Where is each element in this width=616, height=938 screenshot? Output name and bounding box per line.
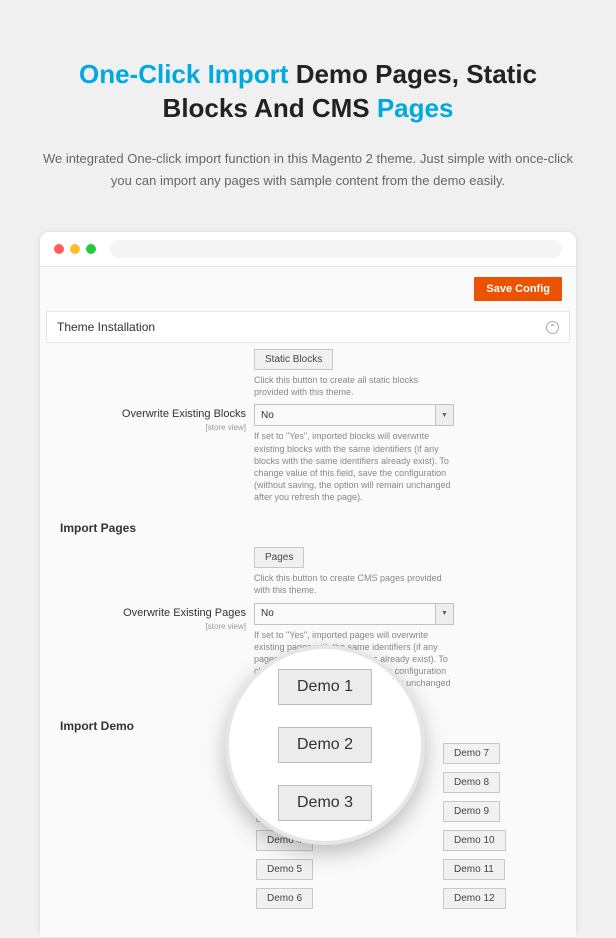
magnifier-overlay: Demo 1 Demo 2 Demo 3 (225, 645, 425, 845)
title-accent: One-Click Import (79, 59, 288, 89)
demo-button[interactable]: Demo 7 (443, 743, 500, 764)
pages-button[interactable]: Pages (254, 547, 304, 568)
window-controls (54, 244, 96, 254)
chevron-up-icon[interactable]: ⌃ (546, 321, 559, 334)
minimize-icon[interactable] (70, 244, 80, 254)
browser-bar (40, 232, 576, 266)
demo-button-zoom[interactable]: Demo 1 (278, 669, 372, 705)
title-accent2: Pages (377, 93, 454, 123)
demo-button[interactable]: Demo 8 (443, 772, 500, 793)
section-title: Theme Installation (57, 320, 155, 334)
overwrite-blocks-select[interactable]: No ▼ (254, 404, 454, 426)
demo-button[interactable]: Demo 6 (256, 888, 313, 909)
demo-button[interactable]: Demo 12 (443, 888, 506, 909)
close-icon[interactable] (54, 244, 64, 254)
overwrite-blocks-help: If set to "Yes", imported blocks will ov… (254, 430, 454, 503)
static-blocks-button[interactable]: Static Blocks (254, 349, 333, 370)
chevron-down-icon: ▼ (435, 405, 453, 425)
demo-button[interactable]: Demo 11 (443, 859, 505, 880)
demo-button-zoom[interactable]: Demo 3 (278, 785, 372, 821)
page-title: One-Click Import Demo Pages, Static Bloc… (34, 58, 582, 126)
overwrite-blocks-value: No (255, 405, 435, 425)
overwrite-pages-select[interactable]: No ▼ (254, 603, 454, 625)
demo-button[interactable]: Demo 5 (256, 859, 313, 880)
static-blocks-help: Click this button to create all static b… (254, 374, 454, 398)
demo-button[interactable]: Demo 10 (443, 830, 506, 851)
overwrite-blocks-scope: [store view] (46, 423, 246, 432)
demo-button-zoom[interactable]: Demo 2 (278, 727, 372, 763)
page-subtitle: We integrated One-click import function … (34, 148, 582, 194)
pages-help: Click this button to create CMS pages pr… (254, 572, 454, 596)
overwrite-pages-value: No (255, 604, 435, 624)
overwrite-pages-scope: [store view] (46, 622, 246, 631)
overwrite-blocks-label: Overwrite Existing Blocks (122, 408, 246, 420)
section-import-pages: Import Pages (46, 503, 570, 541)
maximize-icon[interactable] (86, 244, 96, 254)
demo-button[interactable]: Demo 9 (443, 801, 500, 822)
chevron-down-icon: ▼ (435, 604, 453, 624)
section-theme-installation[interactable]: Theme Installation ⌃ (46, 311, 570, 343)
save-config-button[interactable]: Save Config (474, 277, 562, 301)
overwrite-pages-label: Overwrite Existing Pages (123, 607, 246, 619)
url-bar[interactable] (110, 240, 562, 258)
